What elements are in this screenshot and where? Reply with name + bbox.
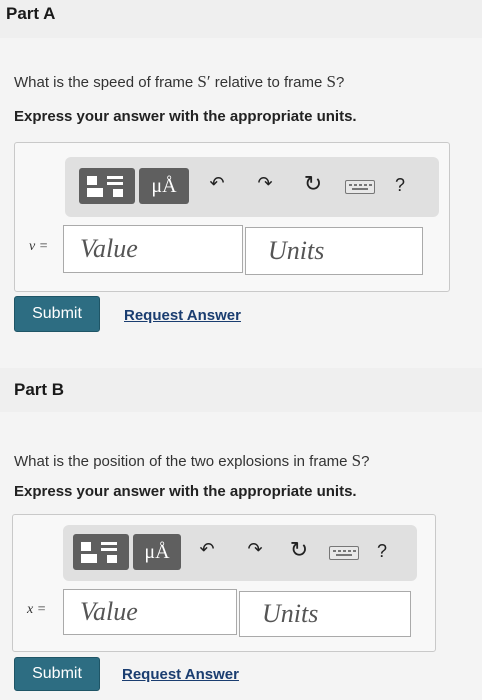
reset-icon[interactable]: ↻	[301, 171, 325, 197]
part-a-toolbar: μÅ ↶ ↷ ↻ ?	[65, 157, 439, 217]
part-a-variable-label: v =	[29, 239, 49, 254]
part-a-instruction: Express your answer with the appropriate…	[14, 108, 357, 125]
redo-icon[interactable]: ↷	[253, 173, 277, 194]
part-a-title: Part A	[6, 4, 56, 23]
part-b-toolbar: μÅ ↶ ↷ ↻ ?	[63, 525, 417, 581]
help-icon[interactable]: ?	[377, 541, 387, 562]
part-a-request-answer-link[interactable]: Request Answer	[124, 307, 241, 324]
redo-icon[interactable]: ↷	[243, 539, 267, 560]
keyboard-icon[interactable]	[329, 546, 359, 560]
part-b-value-input[interactable]: Value	[63, 589, 237, 635]
undo-icon[interactable]: ↶	[205, 173, 229, 194]
part-a-header: Part A	[0, 0, 482, 38]
keyboard-icon[interactable]	[345, 180, 375, 194]
part-b-question: What is the position of the two explosio…	[14, 451, 370, 470]
part-b-submit-button[interactable]: Submit	[14, 657, 100, 691]
reset-icon[interactable]: ↻	[287, 537, 311, 563]
part-b-units-input[interactable]: Units	[239, 591, 411, 637]
part-a-answer-box: μÅ ↶ ↷ ↻ ? v = Value Units	[14, 142, 450, 292]
part-a-units-input[interactable]: Units	[245, 227, 423, 275]
part-b-variable-label: x =	[27, 602, 47, 617]
symbols-icon[interactable]: μÅ	[133, 534, 181, 570]
part-b-request-answer-link[interactable]: Request Answer	[122, 666, 239, 683]
help-icon[interactable]: ?	[395, 175, 405, 196]
templates-icon[interactable]	[73, 534, 129, 570]
part-b-instruction: Express your answer with the appropriate…	[14, 483, 357, 500]
templates-icon[interactable]	[79, 168, 135, 204]
symbols-icon[interactable]: μÅ	[139, 168, 189, 204]
part-a-question: What is the speed of frame S′ relative t…	[14, 72, 345, 91]
part-b-title: Part B	[14, 380, 65, 399]
part-b-answer-box: μÅ ↶ ↷ ↻ ? x = Value Units	[12, 514, 436, 652]
part-a-submit-button[interactable]: Submit	[14, 296, 100, 332]
part-a-value-input[interactable]: Value	[63, 225, 243, 273]
undo-icon[interactable]: ↶	[195, 539, 219, 560]
part-b-header: Part B	[0, 368, 482, 412]
